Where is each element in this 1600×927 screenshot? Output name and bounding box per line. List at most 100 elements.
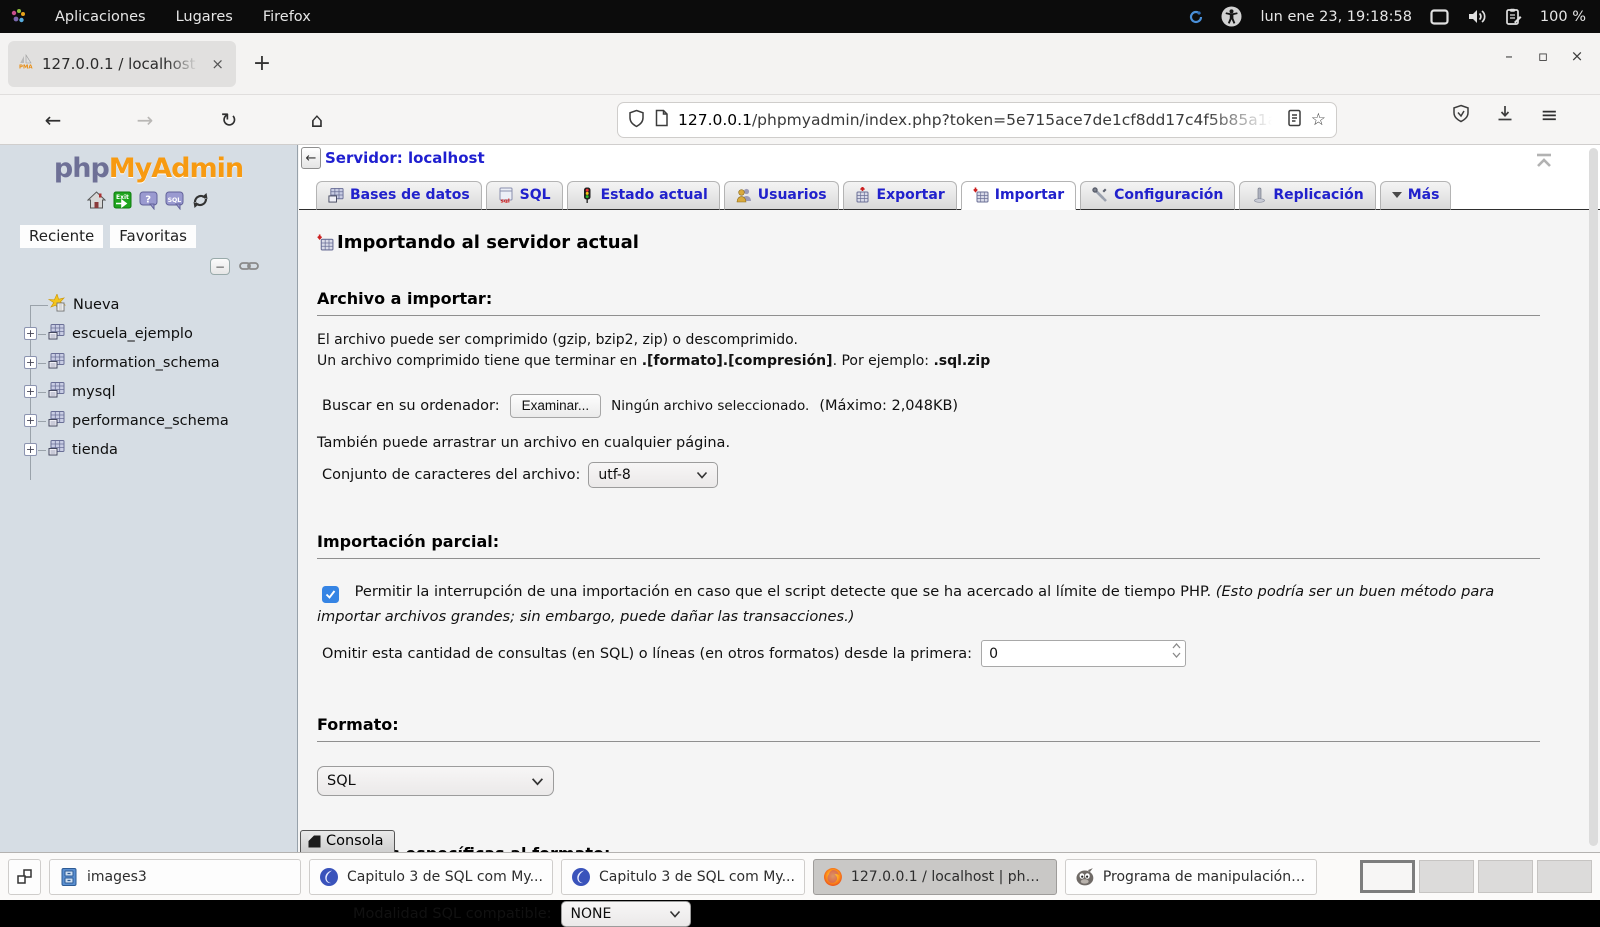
expand-icon[interactable]: + bbox=[24, 356, 37, 369]
home-icon[interactable] bbox=[87, 191, 106, 213]
scroll-to-top-button[interactable] bbox=[1534, 153, 1554, 173]
reader-mode-icon[interactable] bbox=[1287, 109, 1302, 131]
taskbar-item-capitulo3-b[interactable]: Capitulo 3 de SQL com My... bbox=[561, 859, 805, 895]
svg-text:?: ? bbox=[145, 194, 151, 205]
allow-interrupt-checkbox[interactable] bbox=[322, 586, 339, 603]
status-icon bbox=[579, 187, 595, 203]
workspace-1[interactable] bbox=[1360, 860, 1415, 893]
number-spinner[interactable] bbox=[1172, 643, 1181, 658]
workspace-2[interactable] bbox=[1419, 860, 1474, 893]
forward-button[interactable]: → bbox=[128, 103, 162, 137]
expand-icon[interactable]: + bbox=[24, 327, 37, 340]
site-favicon: PMA bbox=[18, 54, 34, 74]
weather-swirl-icon[interactable] bbox=[1188, 9, 1203, 24]
tree-item-performance-schema[interactable]: + performance_schema bbox=[0, 406, 297, 435]
vertical-scrollbar[interactable] bbox=[1589, 148, 1598, 846]
browse-label: Buscar en su ordenador: bbox=[322, 398, 500, 414]
taskbar-item-images3[interactable]: images3 bbox=[49, 859, 301, 895]
section-formato: Formato: bbox=[317, 715, 1540, 742]
tab-mas[interactable]: Más bbox=[1380, 181, 1452, 210]
home-button[interactable]: ⌂ bbox=[300, 103, 334, 137]
volume-icon[interactable] bbox=[1467, 8, 1487, 25]
window-maximize-button[interactable]: ▫ bbox=[1534, 47, 1552, 65]
database-icon bbox=[48, 381, 65, 402]
spinner-up-icon[interactable] bbox=[1172, 643, 1181, 649]
window-minimize-button[interactable]: – bbox=[1500, 47, 1518, 65]
tree-item-label: information_schema bbox=[72, 355, 220, 371]
browse-button[interactable]: Examinar... bbox=[510, 394, 602, 418]
help-icon[interactable]: ? bbox=[139, 191, 158, 214]
browser-tab[interactable]: PMA 127.0.0.1 / localhost × bbox=[8, 41, 236, 87]
chevron-down-icon bbox=[669, 910, 681, 918]
import-icon bbox=[973, 187, 989, 203]
menu-lugares[interactable]: Lugares bbox=[174, 7, 235, 27]
link-icon[interactable] bbox=[239, 257, 259, 276]
tab-exportar[interactable]: Exportar bbox=[843, 181, 957, 210]
window-close-button[interactable]: × bbox=[1568, 47, 1586, 65]
tree-item-tienda[interactable]: + tienda bbox=[0, 435, 297, 464]
tab-estado-actual[interactable]: Estado actual bbox=[567, 181, 720, 210]
pma-logo[interactable]: phpMyAdmin bbox=[0, 153, 297, 184]
downloads-icon[interactable] bbox=[1496, 104, 1514, 127]
accessibility-icon[interactable] bbox=[1221, 6, 1242, 27]
shield-icon[interactable] bbox=[628, 109, 645, 132]
url-bar[interactable]: 127.0.0.1/phpmyadmin/index.php?token=5e7… bbox=[617, 102, 1337, 138]
file-manager-icon bbox=[59, 867, 79, 887]
taskbar-item-capitulo3-a[interactable]: Capitulo 3 de SQL com My... bbox=[309, 859, 553, 895]
sidebar-tab-reciente[interactable]: Reciente bbox=[20, 225, 103, 248]
refresh-icon[interactable] bbox=[191, 192, 210, 213]
clock[interactable]: lun ene 23, 19:18:58 bbox=[1260, 9, 1411, 25]
tab-importar[interactable]: Importar bbox=[961, 181, 1076, 210]
bookmark-star-icon[interactable]: ☆ bbox=[1311, 110, 1326, 130]
file-hint: El archivo puede ser comprimido (gzip, b… bbox=[317, 330, 1540, 372]
expand-icon[interactable]: + bbox=[24, 385, 37, 398]
display-icon[interactable] bbox=[1430, 9, 1449, 25]
tab-title: 127.0.0.1 / localhost bbox=[42, 55, 201, 73]
sql-mode-label: Modalidad SQL compatible: bbox=[353, 906, 552, 922]
menu-firefox[interactable]: Firefox bbox=[261, 7, 313, 27]
expand-icon[interactable]: + bbox=[24, 414, 37, 427]
tree-item-mysql[interactable]: + mysql bbox=[0, 377, 297, 406]
console-button[interactable]: Consola bbox=[300, 830, 395, 852]
shield-check-icon[interactable] bbox=[1452, 104, 1470, 127]
tree-item-escuela-ejemplo[interactable]: + escuela_ejemplo bbox=[0, 319, 297, 348]
tree-item-label: escuela_ejemplo bbox=[72, 326, 193, 342]
spinner-down-icon[interactable] bbox=[1172, 652, 1181, 658]
sidebar-tab-favoritas[interactable]: Favoritas bbox=[110, 225, 196, 248]
page-info-icon[interactable] bbox=[654, 109, 669, 131]
show-desktop-button[interactable] bbox=[8, 859, 41, 895]
menu-icon[interactable]: ≡ bbox=[1540, 103, 1558, 127]
reload-button[interactable]: ↻ bbox=[212, 103, 246, 137]
tab-configuracion[interactable]: Configuración bbox=[1080, 181, 1235, 210]
sql-mode-select[interactable]: NONE bbox=[561, 901, 691, 927]
tab-usuarios[interactable]: Usuarios bbox=[724, 181, 839, 210]
new-tab-button[interactable]: + bbox=[248, 51, 276, 76]
tab-sql[interactable]: sql SQL bbox=[486, 181, 563, 210]
battery-percent: 100 % bbox=[1540, 9, 1586, 25]
taskbar: images3 Capitulo 3 de SQL com My... Capi… bbox=[0, 852, 1600, 900]
taskbar-item-gimp[interactable]: Programa de manipulación ... bbox=[1065, 859, 1317, 895]
collapse-all-button[interactable]: − bbox=[210, 258, 230, 275]
skip-queries-input[interactable] bbox=[981, 640, 1186, 667]
wrench-icon bbox=[1092, 187, 1108, 203]
workspace-3[interactable] bbox=[1478, 860, 1533, 893]
import-icon bbox=[317, 234, 334, 251]
battery-clipboard-icon[interactable] bbox=[1505, 8, 1522, 26]
expand-icon[interactable]: + bbox=[24, 443, 37, 456]
back-button[interactable]: ← bbox=[36, 103, 70, 137]
document-viewer-icon bbox=[571, 867, 591, 887]
taskbar-item-localhost[interactable]: 127.0.0.1 / localhost | php... bbox=[813, 859, 1057, 895]
hide-navigation-button[interactable]: ← bbox=[301, 147, 321, 169]
tree-item-nueva[interactable]: Nueva bbox=[0, 290, 297, 319]
tree-item-information-schema[interactable]: + information_schema bbox=[0, 348, 297, 377]
exit-icon[interactable]: Exit bbox=[113, 191, 132, 213]
sql-help-icon[interactable]: SQL bbox=[165, 191, 184, 214]
tab-replicacion[interactable]: Replicación bbox=[1239, 181, 1375, 210]
menu-aplicaciones[interactable]: Aplicaciones bbox=[53, 7, 148, 27]
svg-text:SQL: SQL bbox=[168, 196, 182, 203]
tab-bases-de-datos[interactable]: Bases de datos bbox=[316, 181, 482, 210]
workspace-4[interactable] bbox=[1537, 860, 1592, 893]
format-select[interactable]: SQL bbox=[317, 766, 554, 796]
tab-close-icon[interactable]: × bbox=[209, 55, 226, 73]
charset-select[interactable]: utf-8 bbox=[588, 462, 718, 488]
